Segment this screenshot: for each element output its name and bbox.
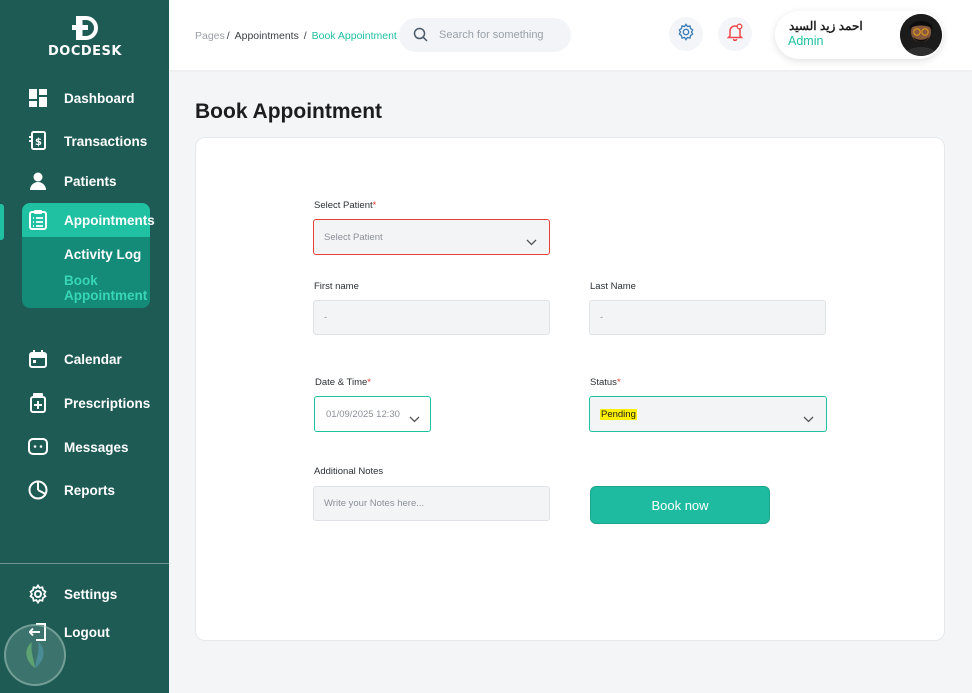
required-mark: * [372,200,377,211]
sidebar-item-prescriptions[interactable]: Prescriptions [0,389,169,417]
search-input[interactable] [439,26,564,44]
sidebar-item-label: Settings [64,586,118,602]
patient-icon [28,171,48,191]
user-role: Admin [788,34,824,48]
sidebar-item-transactions[interactable]: $ Transactions [0,127,169,155]
sidebar-item-label: Dashboard [64,90,135,106]
required-mark: * [616,377,621,388]
select-patient-placeholder: Select Patient [324,231,383,243]
watermark-logo [4,624,66,686]
transactions-icon: $ [28,131,48,151]
status-label: Status* [590,377,621,388]
breadcrumb-current: Book Appointment [311,30,397,42]
chevron-down-icon [803,410,814,428]
select-patient-dropdown[interactable]: Select Patient [313,219,550,255]
bell-icon [726,23,744,46]
breadcrumb-separator: / [300,30,310,42]
prescription-icon [28,393,48,413]
dashboard-icon [28,88,48,108]
datetime-picker[interactable]: 01/09/2025 12:30 [314,396,431,432]
subitem-book-appointment[interactable]: Book Appointment [64,273,154,303]
sidebar-item-label: Patients [64,173,117,189]
book-now-button[interactable]: Book now [590,486,770,524]
breadcrumb: Pages / Appointments / Book Appointment [195,30,397,42]
required-mark: * [367,377,371,388]
sidebar-item-patients[interactable]: Patients [0,167,169,195]
sidebar-item-settings[interactable]: Settings [0,580,169,608]
status-dropdown[interactable]: Pending [589,396,827,432]
status-value: Pending [600,408,637,420]
calendar-icon [28,349,48,369]
sidebar-item-appointments[interactable]: Appointments [0,206,169,234]
first-name-label: First name [314,281,359,292]
pie-chart-icon [28,480,48,500]
notifications-button[interactable] [718,17,752,51]
brand-logo[interactable]: DOCDESK [44,14,126,59]
sidebar-item-label: Appointments [64,212,155,228]
subitem-activity-log[interactable]: Activity Log [64,247,141,262]
datetime-label: Date & Time* [315,377,371,388]
logo-icon [72,16,98,40]
sidebar-item-label: Transactions [64,133,148,149]
sidebar-item-messages[interactable]: Messages [0,433,169,461]
booking-form-card [195,137,945,641]
clipboard-icon [28,210,48,230]
svg-text:$: $ [35,137,42,148]
last-name-value: - [600,312,604,323]
sidebar-item-label: Calendar [64,351,122,367]
breadcrumb-parent[interactable]: Appointments [235,30,299,42]
gear-icon [28,584,48,604]
sidebar-item-label: Prescriptions [64,395,151,411]
last-name-label: Last Name [590,281,636,292]
first-name-field[interactable]: - [313,300,550,335]
notes-placeholder: Write your Notes here... [324,498,425,509]
gear-icon [677,22,695,46]
top-bar: Pages/ Appointments / Book Appointment ا… [169,0,972,70]
settings-button[interactable] [669,17,703,51]
datetime-value: 01/09/2025 12:30 [326,408,400,420]
chevron-down-icon [526,233,537,251]
user-profile[interactable]: احمد زيد السيد Admin [775,11,943,59]
sidebar-item-calendar[interactable]: Calendar [0,345,169,373]
sidebar-item-label: Reports [64,482,116,498]
breadcrumb-root[interactable]: Pages [195,30,225,42]
chevron-down-icon [409,410,420,428]
first-name-value: - [324,312,328,323]
patient-label: Select Patient* [314,200,377,211]
sidebar-item-dashboard[interactable]: Dashboard [0,84,169,112]
notes-label: Additional Notes [314,466,384,477]
search-icon [413,27,428,47]
sidebar-item-label: Messages [64,439,129,455]
notes-input[interactable]: Write your Notes here... [313,486,550,521]
sidebar-divider [0,563,169,564]
sidebar: DOCDESK Dashboard $ Transactions Patient… [0,0,169,693]
page-title: Book Appointment [195,100,383,123]
message-icon [28,437,48,457]
breadcrumb-separator: / [226,30,233,42]
brand-name: DOCDESK [48,44,122,59]
avatar[interactable] [900,14,942,56]
search-box[interactable] [399,18,571,52]
last-name-field[interactable]: - [589,300,826,335]
sidebar-item-label: Logout [64,624,110,640]
user-name: احمد زيد السيد [789,19,863,33]
sidebar-item-reports[interactable]: Reports [0,476,169,504]
